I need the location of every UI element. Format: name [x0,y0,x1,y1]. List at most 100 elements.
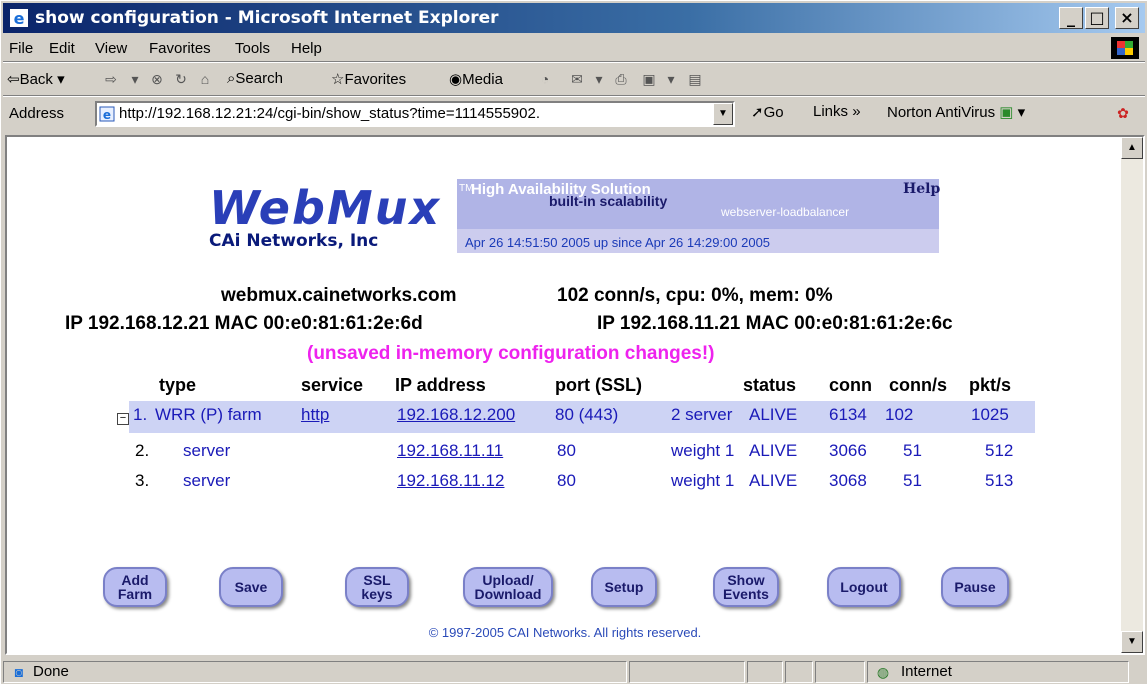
ip-link[interactable]: 192.168.11.12 [397,471,504,491]
edit-dropdown-icon[interactable]: ▾ [663,71,679,87]
status-bar: ◙ Done ◍ Internet [3,659,1145,684]
webmux-logo: WebMux [209,181,442,235]
mail-icon[interactable]: ✉ [569,71,585,87]
page-done-icon: ◙ [14,664,24,680]
banner-product: webserver-loadbalancer [721,205,850,219]
search-button[interactable]: ⌕Search [227,70,283,87]
menu-view[interactable]: View [95,40,127,57]
scroll-down-icon[interactable]: ▼ [1121,631,1143,653]
links-button[interactable]: Links » [813,103,861,120]
system-stats: 102 conn/s, cpu: 0%, mem: 0% [557,285,833,306]
media-label: Media [462,71,503,88]
col-type: type [159,375,197,395]
close-button[interactable]: × [1115,7,1139,29]
menu-edit[interactable]: Edit [49,40,75,57]
row-port: 80 [557,471,576,490]
links-label: Links [813,103,849,120]
zone-text: Internet [901,663,952,680]
acrobat-icon[interactable]: ✿ [1115,105,1131,121]
row-conn-per-sec: 102 [885,405,914,424]
row-extra: 2 server [671,405,733,424]
status-pane-progress [629,661,745,683]
interface-1: IP 192.168.12.21 MAC 00:e0:81:61:2e:6d [65,313,423,334]
row-extra: weight 1 [671,441,735,460]
row-type: server [183,471,231,490]
banner-subtagline: built-in scalability [549,193,668,209]
row-status: ALIVE [749,441,798,460]
row-type: WRR (P) farm [155,405,262,424]
menu-file[interactable]: File [9,40,33,57]
status-pane-extra [815,661,865,683]
title-bar: e show configuration - Microsoft Interne… [3,3,1145,33]
show-events-button[interactable]: Show Events [713,567,779,607]
ip-link[interactable]: 192.168.12.200 [397,405,515,425]
col-service: service [301,375,364,395]
setup-button[interactable]: Setup [591,567,657,607]
minimize-button[interactable]: _ [1059,7,1083,29]
copyright: © 1997-2005 CAI Networks. All rights res… [428,625,702,640]
row-status: ALIVE [749,405,798,424]
svg-text:e: e [14,9,25,28]
row-conn: 6134 [829,405,867,424]
scroll-up-icon[interactable]: ▲ [1121,137,1143,159]
row-index: 2. [135,441,150,460]
home-icon[interactable]: ⌂ [197,71,213,87]
row-conn: 3068 [829,471,867,490]
save-button[interactable]: Save [219,567,283,607]
collapse-icon[interactable]: − [117,413,129,425]
dropdown-icon[interactable]: ▾ [127,71,143,87]
menu-favorites[interactable]: Favorites [149,40,211,57]
address-input[interactable]: e http://192.168.12.21:24/cgi-bin/show_s… [95,101,735,127]
stop-icon[interactable]: ⊗ [149,71,165,87]
logout-button[interactable]: Logout [827,567,901,607]
upload-download-button[interactable]: Upload/ Download [463,567,553,607]
row-port: 80 (443) [555,405,619,424]
back-button[interactable]: ⇦Back ▾ [7,70,65,88]
maximize-button[interactable]: □ [1085,7,1109,29]
favorites-button[interactable]: ☆Favorites [331,70,406,88]
row-conn-per-sec: 51 [903,471,922,490]
refresh-icon[interactable]: ↻ [173,71,189,87]
toolbar: ⇦Back ▾ ⇨ ▾ ⊗ ↻ ⌂ ⌕Search ☆Favorites ◉Me… [3,63,1145,95]
norton-antivirus-button[interactable]: Norton AntiVirus ▣ ▾ [887,103,1025,121]
page-icon: e [99,106,115,122]
add-farm-button[interactable]: Add Farm [103,567,167,607]
window-title: show configuration - Microsoft Internet … [35,8,499,28]
mail-dropdown-icon[interactable]: ▾ [591,71,607,87]
row-pkt-per-sec: 512 [985,441,1014,460]
history-icon[interactable]: ◔ [537,71,553,87]
address-bar: Address e http://192.168.12.21:24/cgi-bi… [3,97,1145,131]
menu-tools[interactable]: Tools [235,40,270,57]
print-icon[interactable]: ⎙ [613,71,629,87]
discuss-icon[interactable]: ▤ [687,71,703,87]
row-status: ALIVE [749,471,798,490]
go-button[interactable]: ➚Go [751,103,784,121]
pause-button[interactable]: Pause [941,567,1009,607]
back-label: Back [19,71,53,88]
address-dropdown-icon[interactable]: ▼ [713,103,733,125]
col-ip: IP address [395,375,486,395]
help-link[interactable]: Help [903,181,940,197]
address-url: http://192.168.12.21:24/cgi-bin/show_sta… [119,105,541,122]
row-pkt-per-sec: 513 [985,471,1014,490]
unsaved-warning: (unsaved in-memory configuration changes… [307,343,715,364]
status-text: Done [33,663,69,680]
menu-bar: File Edit View Favorites Tools Help [3,35,1145,61]
forward-icon[interactable]: ⇨ [103,71,119,87]
edit-icon[interactable]: ▣ [641,71,657,87]
row-port: 80 [557,441,576,460]
hostname: webmux.cainetworks.com [221,285,457,306]
globe-icon: ◍ [876,664,890,680]
vertical-scrollbar[interactable]: ▲ ▼ [1121,137,1143,653]
media-button[interactable]: ◉Media [449,70,503,88]
status-pane-lock [747,661,783,683]
row-pkt-per-sec: 1025 [971,405,1009,424]
row-conn-per-sec: 51 [903,441,922,460]
service-link[interactable]: http [301,405,329,425]
ip-link[interactable]: 192.168.11.11 [397,441,503,461]
ie-icon: e [10,9,28,28]
ssl-keys-button[interactable]: SSL keys [345,567,409,607]
menu-help[interactable]: Help [291,40,322,57]
norton-label: Norton AntiVirus [887,104,996,121]
favorites-label: Favorites [344,71,407,88]
